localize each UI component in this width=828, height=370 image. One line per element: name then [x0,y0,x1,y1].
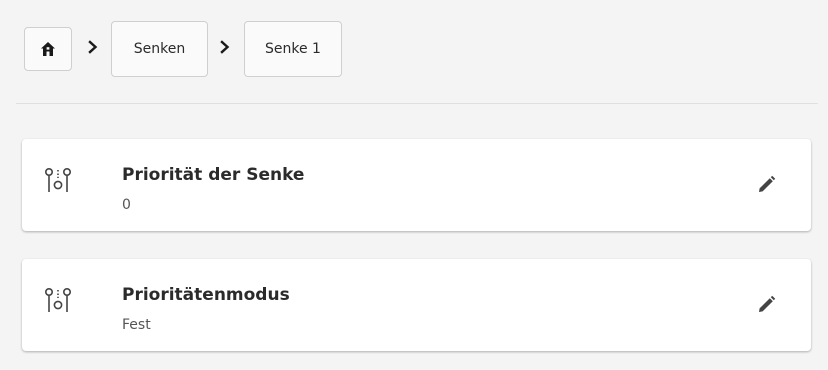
priority-sliders-icon [44,165,72,197]
setting-value: 0 [122,197,131,213]
breadcrumb: Senken Senke 1 [0,0,828,104]
breadcrumb-item-label: Senken [133,41,186,57]
breadcrumb-item-label: Senke 1 [265,41,321,57]
priority-sliders-icon [44,285,72,317]
chevron-right-icon [86,36,100,58]
breadcrumb-item-senken[interactable]: Senken [111,21,208,77]
setting-value: Fest [122,317,151,333]
setting-card-priority-mode[interactable]: Prioritätenmodus Fest [22,259,811,351]
chevron-right-icon [218,36,232,58]
pencil-icon [759,175,776,192]
setting-title: Priorität der Senke [122,165,305,185]
setting-card-sink-priority[interactable]: Priorität der Senke 0 [22,139,811,231]
divider [16,103,818,104]
setting-title: Prioritätenmodus [122,285,290,305]
edit-button[interactable] [746,165,786,205]
breadcrumb-item-senke-1[interactable]: Senke 1 [244,21,342,77]
edit-button[interactable] [746,285,786,325]
pencil-icon [759,295,776,312]
home-button[interactable] [24,27,72,71]
home-icon [41,42,55,56]
